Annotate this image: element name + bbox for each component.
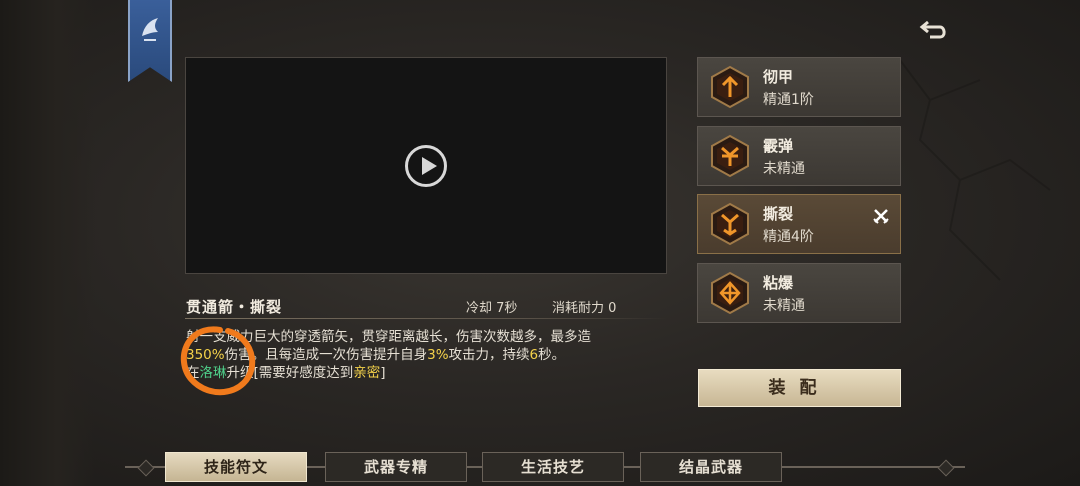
tab-bar-ornament xyxy=(937,459,955,477)
cooldown-text: 冷却 7秒 xyxy=(466,301,518,316)
description-text: 攻击力，持续 xyxy=(448,347,530,363)
equip-button[interactable]: 装配 xyxy=(698,369,901,407)
duration-value: 6 xyxy=(529,347,539,363)
description-text: ] xyxy=(380,365,386,381)
damage-percent: 350% xyxy=(186,347,225,363)
skill-description: 射一支威力巨大的穿透箭矢，贯穿距离越长，伤害次数越多，最多造 350%伤害。且每… xyxy=(186,328,672,382)
description-text: 伤害。且每造成一次伤害提升自身 xyxy=(224,347,428,363)
crossed-swords-equipped-icon xyxy=(873,209,889,224)
tab-weapon-mastery[interactable]: 武器专精 xyxy=(325,452,467,482)
rune-level: 精通1阶 xyxy=(763,92,814,108)
title-divider xyxy=(185,318,667,319)
arrow-up-rune-icon xyxy=(711,65,749,109)
description-text: 升级[需要好感度达到 xyxy=(226,365,354,381)
rune-name: 粘爆 xyxy=(763,274,794,292)
skill-preview-video[interactable] xyxy=(185,57,667,274)
rune-level: 未精通 xyxy=(763,161,805,177)
rune-level: 精通4阶 xyxy=(763,229,814,245)
attack-bonus-percent: 3% xyxy=(427,347,449,363)
affinity-requirement: 亲密 xyxy=(353,365,381,381)
npc-name: 洛琳 xyxy=(199,365,227,381)
rune-item-shotgun[interactable]: 霰弹 未精通 xyxy=(697,126,901,186)
stamina-cost-text: 消耗耐力 0 xyxy=(552,301,617,316)
description-text: 在 xyxy=(186,365,200,381)
split-rune-icon xyxy=(711,202,749,246)
tab-life-skills[interactable]: 生活技艺 xyxy=(482,452,624,482)
description-line-1: 射一支威力巨大的穿透箭矢，贯穿距离越长，伤害次数越多，最多造 xyxy=(186,328,672,346)
left-frame-decoration xyxy=(0,0,95,486)
play-button[interactable] xyxy=(405,145,447,187)
spread-rune-icon xyxy=(711,134,749,178)
guild-banner xyxy=(128,0,172,82)
description-line-3: 在洛琳升级[需要好感度达到亲密] xyxy=(186,364,672,382)
description-line-2: 350%伤害。且每造成一次伤害提升自身3%攻击力，持续6秒。 xyxy=(186,346,672,364)
description-text: 秒。 xyxy=(538,347,566,363)
tab-crystal-weapon[interactable]: 结晶武器 xyxy=(640,452,782,482)
tab-skill-runes[interactable]: 技能符文 xyxy=(165,452,307,482)
winged-emblem-icon xyxy=(142,18,158,41)
diamond-rune-icon xyxy=(711,271,749,315)
rune-name: 撕裂 xyxy=(763,205,794,223)
rune-name: 霰弹 xyxy=(763,137,794,155)
rune-item-sticky-bomb[interactable]: 粘爆 未精通 xyxy=(697,263,901,323)
wall-crack-decoration xyxy=(899,59,1051,281)
return-arrow-icon xyxy=(919,20,946,39)
description-text: 射一支威力巨大的穿透箭矢，贯穿距离越长，伤害次数越多，最多造 xyxy=(186,329,591,345)
skill-title: 贯通箭・撕裂 xyxy=(186,298,283,316)
rune-item-armor-piercing[interactable]: 彻甲 精通1阶 xyxy=(697,57,901,117)
rune-name: 彻甲 xyxy=(763,68,794,86)
rune-item-tear[interactable]: 撕裂 精通4阶 xyxy=(697,194,901,254)
rune-level: 未精通 xyxy=(763,298,805,314)
back-button[interactable] xyxy=(918,16,950,44)
tab-bar-ornament xyxy=(137,459,155,477)
